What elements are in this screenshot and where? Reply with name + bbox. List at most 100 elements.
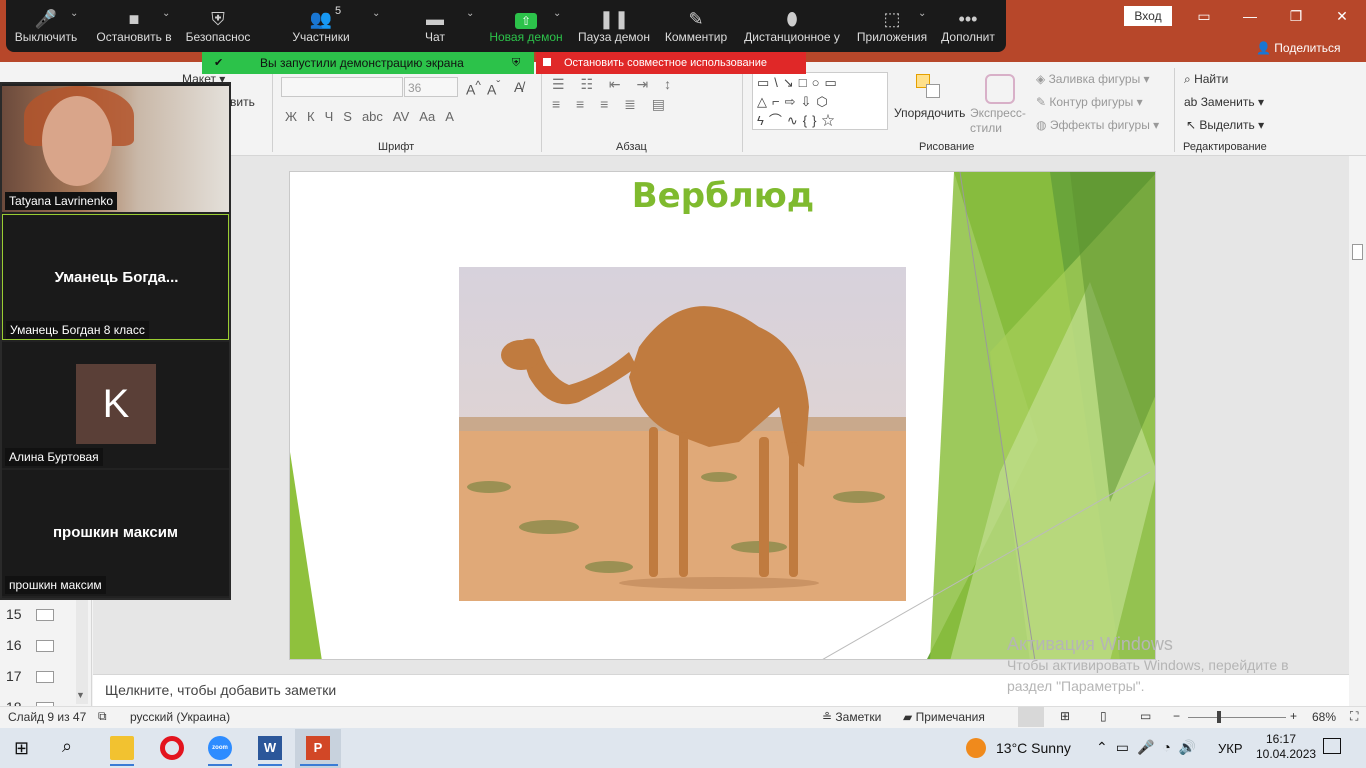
opera-icon[interactable] <box>160 736 184 760</box>
camel-photo[interactable] <box>459 267 906 601</box>
editor-vertical-scrollbar[interactable] <box>1349 156 1366 706</box>
pin-icon: ✔ <box>214 57 224 69</box>
zoom-app-icon[interactable]: zoom <box>208 736 232 760</box>
participant-tile[interactable]: Tatyana Lavrinenko <box>2 86 229 212</box>
sharing-status-banner: ✔ Вы запустили демонстрацию экрана ⛨ <box>202 52 534 74</box>
toolbar-dropdown-arrow[interactable]: ⌄ <box>466 8 474 19</box>
toolbar-chat-button[interactable]: ▬ Чат <box>423 0 447 52</box>
font-format-button[interactable]: Ж <box>285 109 297 124</box>
toolbar-video-camera-button[interactable]: ■ Остановить в <box>96 0 172 52</box>
scroll-thumb[interactable] <box>1352 244 1363 260</box>
paragraph-controls[interactable]: ☰ ☷ ⇤ ⇥ ↕ ≡ ≡ ≡ ≣ ▤ <box>552 74 732 130</box>
toolbar-shield-button[interactable]: ⛨ Безопаснос <box>185 0 251 52</box>
toolbar-dropdown-arrow[interactable]: ⌄ <box>372 8 380 19</box>
zoom-percent[interactable]: 68% <box>1312 710 1336 724</box>
toolbar-participants-button[interactable]: 👥 Участники 5 <box>289 0 353 52</box>
scroll-down-icon[interactable]: ▼ <box>76 690 85 700</box>
ribbon-display-icon[interactable]: ▭ <box>1184 4 1224 28</box>
share-button[interactable]: 👤 Поделиться <box>1256 40 1341 56</box>
toolbar-pause-button[interactable]: ❚❚ Пауза демон <box>576 0 652 52</box>
font-size-select[interactable]: 36 <box>404 77 458 97</box>
notes-toggle-label: Заметки <box>835 710 882 724</box>
shrink-font-icon[interactable]: Aˇ <box>487 79 500 98</box>
font-format-button[interactable]: К <box>307 109 315 124</box>
toolbar-dropdown-arrow[interactable]: ⌄ <box>553 8 561 19</box>
fit-slide-icon[interactable]: ⛶ <box>1350 709 1358 724</box>
windows-start-icon[interactable]: ⊞ <box>14 738 29 759</box>
participant-tile[interactable]: K Алина Буртовая <box>2 342 229 468</box>
slide-number: 16 <box>6 637 22 653</box>
shapes-gallery[interactable]: ▭\↘□○▭ △⌐⇨⇩⬡ ϟ⌒∿{}☆ <box>752 72 888 130</box>
arrange-button[interactable]: Упорядочить <box>894 106 965 120</box>
grow-font-icon[interactable]: A^ <box>466 79 481 98</box>
toolbar-more-button[interactable]: ••• Дополнит <box>939 0 997 52</box>
comments-toggle-label: Примечания <box>915 710 985 724</box>
thumbnail-scrollbar[interactable] <box>76 600 88 704</box>
close-icon[interactable]: ✕ <box>1322 4 1362 28</box>
find-button[interactable]: ⌕ Найти <box>1184 72 1228 87</box>
zoom-slider-thumb[interactable] <box>1217 711 1221 723</box>
participant-display-name: Уманець Богда... <box>54 269 179 286</box>
weather-text[interactable]: 13°C Sunny <box>996 740 1071 756</box>
replace-button[interactable]: ab Заменить ▾ <box>1184 95 1264 109</box>
slide-thumbnail[interactable] <box>36 671 54 683</box>
arrange-icon[interactable] <box>914 74 944 104</box>
toolbar-microphone-button[interactable]: 🎤 Выключить <box>14 0 78 52</box>
toolbar-dropdown-arrow[interactable]: ⌄ <box>918 8 926 19</box>
weather-sun-icon[interactable] <box>966 738 986 758</box>
zoom-slider[interactable] <box>1188 717 1286 718</box>
keyboard-language[interactable]: УКР <box>1218 741 1243 756</box>
participant-tile[interactable]: Уманець Богда... Уманець Богдан 8 класс <box>2 214 229 340</box>
reading-view-icon[interactable]: ▯ <box>1100 709 1107 723</box>
zoom-out-icon[interactable]: − <box>1173 709 1180 723</box>
normal-view-button[interactable] <box>1018 707 1044 727</box>
toolbar-pencil-button[interactable]: ✎ Комментир <box>664 0 728 52</box>
maximize-icon[interactable]: ❐ <box>1276 4 1316 28</box>
clock[interactable]: 16:17 10.04.2023 <box>1256 732 1316 762</box>
font-family-select[interactable] <box>281 77 403 97</box>
notes-toggle[interactable]: ≗ Заметки <box>822 710 881 724</box>
active-indicator <box>208 764 232 766</box>
notifications-icon[interactable] <box>1323 738 1341 754</box>
participant-name-label: Уманець Богдан 8 класс <box>6 321 149 339</box>
shape-outline-button[interactable]: ✎ Контур фигуры ▾ <box>1036 95 1143 109</box>
select-button[interactable]: ↖ Выделить ▾ <box>1186 118 1264 132</box>
stop-share-label: Остановить совместное использование <box>564 57 767 69</box>
login-button[interactable]: Вход <box>1124 6 1172 26</box>
slide-thumbnail[interactable] <box>36 640 54 652</box>
minimize-icon[interactable]: — <box>1230 4 1270 28</box>
font-format-button[interactable]: Aa <box>419 109 435 124</box>
drawing-group-label: Рисование <box>919 141 975 153</box>
toolbar-dropdown-arrow[interactable]: ⌄ <box>70 8 78 19</box>
font-format-button[interactable]: AV <box>393 109 409 124</box>
current-slide[interactable]: Верблюд <box>289 171 1156 660</box>
font-format-button[interactable]: Ч <box>325 109 334 124</box>
zoom-in-icon[interactable]: + <box>1290 709 1297 723</box>
comments-toggle[interactable]: ▰ Примечания <box>903 710 985 724</box>
system-tray-icons[interactable]: ⌃▭🎤◔🔊 <box>1096 739 1204 756</box>
toolbar-mouse-button[interactable]: ⬮ Дистанционное у <box>742 0 842 52</box>
quick-styles-button[interactable]: Экспресс-стили <box>970 106 1030 136</box>
font-format-button[interactable]: A <box>445 109 454 124</box>
slideshow-icon[interactable]: ▭ <box>1140 709 1151 723</box>
accessibility-icon[interactable]: ⧉ <box>98 709 107 724</box>
powerpoint-icon[interactable]: P <box>306 736 330 760</box>
stop-share-button[interactable]: Остановить совместное использование <box>536 52 806 74</box>
toolbar-dropdown-arrow[interactable]: ⌄ <box>162 8 170 19</box>
search-icon[interactable]: ⌕ <box>62 736 72 757</box>
font-format-button[interactable]: S <box>343 109 352 124</box>
file-explorer-icon[interactable] <box>110 736 134 760</box>
slide-thumbnail[interactable] <box>36 609 54 621</box>
word-icon[interactable]: W <box>258 736 282 760</box>
language-indicator[interactable]: русский (Украина) <box>130 710 230 724</box>
shape-effects-button[interactable]: ◍ Эффекты фигуры ▾ <box>1036 118 1159 132</box>
arrange-shape-front <box>926 84 940 98</box>
font-format-button[interactable]: abc <box>362 109 383 124</box>
clear-format-icon[interactable]: A̸ <box>514 79 523 95</box>
quick-styles-icon[interactable] <box>985 74 1015 104</box>
shape-fill-button[interactable]: ◈ Заливка фигуры ▾ <box>1036 72 1150 86</box>
participant-tile[interactable]: прошкин максим прошкин максим <box>2 470 229 596</box>
slide-sorter-icon[interactable]: ⊞ <box>1060 709 1070 723</box>
slide-counter: Слайд 9 из 47 <box>8 710 87 724</box>
slide-title[interactable]: Верблюд <box>290 176 1155 216</box>
